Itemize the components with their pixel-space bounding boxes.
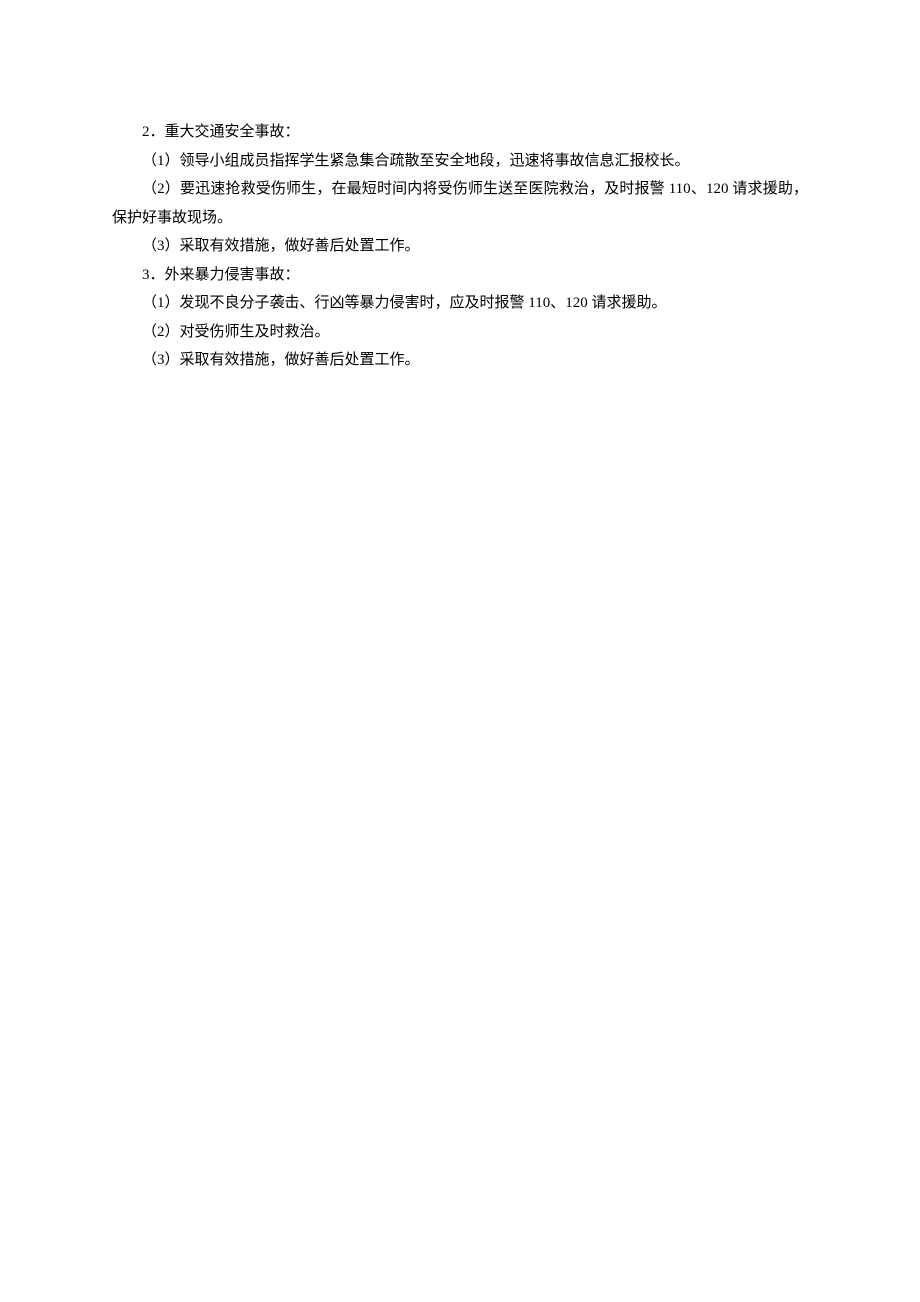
document-body: 2．重大交通安全事故： （1）领导小组成员指挥学生紧急集合疏散至安全地段，迅速将… bbox=[112, 118, 808, 375]
section-3-item-3: （3）采取有效措施，做好善后处置工作。 bbox=[112, 346, 808, 375]
section-2-header: 2．重大交通安全事故： bbox=[112, 118, 808, 147]
section-3-item-1: （1）发现不良分子袭击、行凶等暴力侵害时，应及时报警 110、120 请求援助。 bbox=[112, 289, 808, 318]
section-2-item-1: （1）领导小组成员指挥学生紧急集合疏散至安全地段，迅速将事故信息汇报校长。 bbox=[112, 147, 808, 176]
section-2-item-3: （3）采取有效措施，做好善后处置工作。 bbox=[112, 232, 808, 261]
section-3-header: 3．外来暴力侵害事故： bbox=[112, 261, 808, 290]
section-3-item-2: （2）对受伤师生及时救治。 bbox=[112, 318, 808, 347]
section-2-item-2: （2）要迅速抢救受伤师生，在最短时间内将受伤师生送至医院救治，及时报警 110、… bbox=[112, 175, 808, 232]
